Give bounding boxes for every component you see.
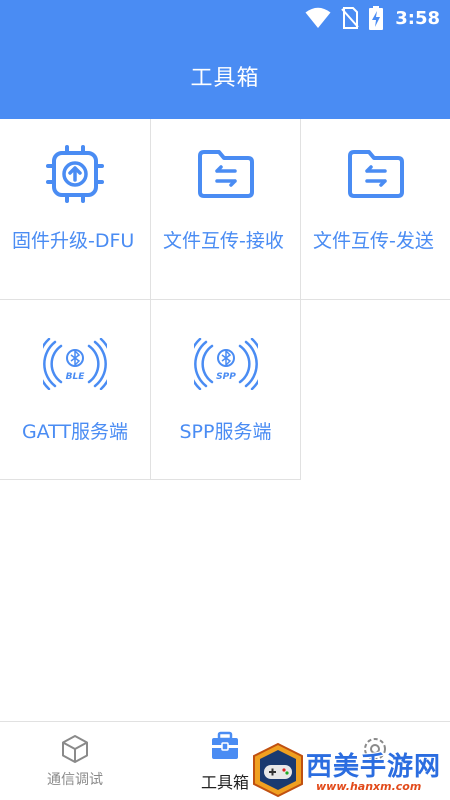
folder-send-icon <box>347 150 404 198</box>
nav-label: 通信调试 <box>47 772 103 788</box>
toolbox-icon <box>212 731 238 759</box>
gamepad-logo-icon <box>253 742 303 798</box>
tool-label: SPP服务端 <box>179 421 272 443</box>
tool-dfu[interactable]: 固件升级-DFU <box>0 119 151 300</box>
wifi-icon <box>305 7 331 28</box>
watermark-text: 西美手游网 <box>306 752 442 782</box>
folder-receive-icon <box>197 150 254 198</box>
tool-file-receive[interactable]: 文件互传-接收 <box>151 119 301 300</box>
tool-gatt-server[interactable]: BLE GATT服务端 <box>0 300 151 480</box>
watermark-url: www.hanxm.com <box>316 780 422 793</box>
battery-charging-icon <box>369 6 384 30</box>
tool-spp-server[interactable]: SPP SPP服务端 <box>151 300 301 480</box>
bluetooth-ble-icon: BLE <box>36 337 114 391</box>
no-sim-icon <box>341 7 359 29</box>
nav-tab-comm-debug[interactable]: 通信调试 <box>0 722 150 800</box>
cube-icon <box>62 735 88 763</box>
tool-label: 文件互传-发送 <box>313 230 434 252</box>
ble-badge: BLE <box>66 372 86 382</box>
spp-badge: SPP <box>216 372 236 382</box>
page-title: 工具箱 <box>190 66 260 91</box>
status-time: 3:58 <box>395 7 440 29</box>
status-bar: 3:58 <box>305 6 440 30</box>
tool-file-send[interactable]: 文件互传-发送 <box>301 119 450 300</box>
tool-label: 文件互传-接收 <box>163 230 284 252</box>
tool-label: 固件升级-DFU <box>12 230 135 252</box>
watermark: 西美手游网 www.hanxm.com <box>250 740 450 799</box>
app-header: 3:58 工具箱 <box>0 0 450 119</box>
bluetooth-spp-icon: SPP <box>187 337 264 391</box>
chip-upload-icon <box>46 145 104 203</box>
tool-label: GATT服务端 <box>21 421 129 443</box>
